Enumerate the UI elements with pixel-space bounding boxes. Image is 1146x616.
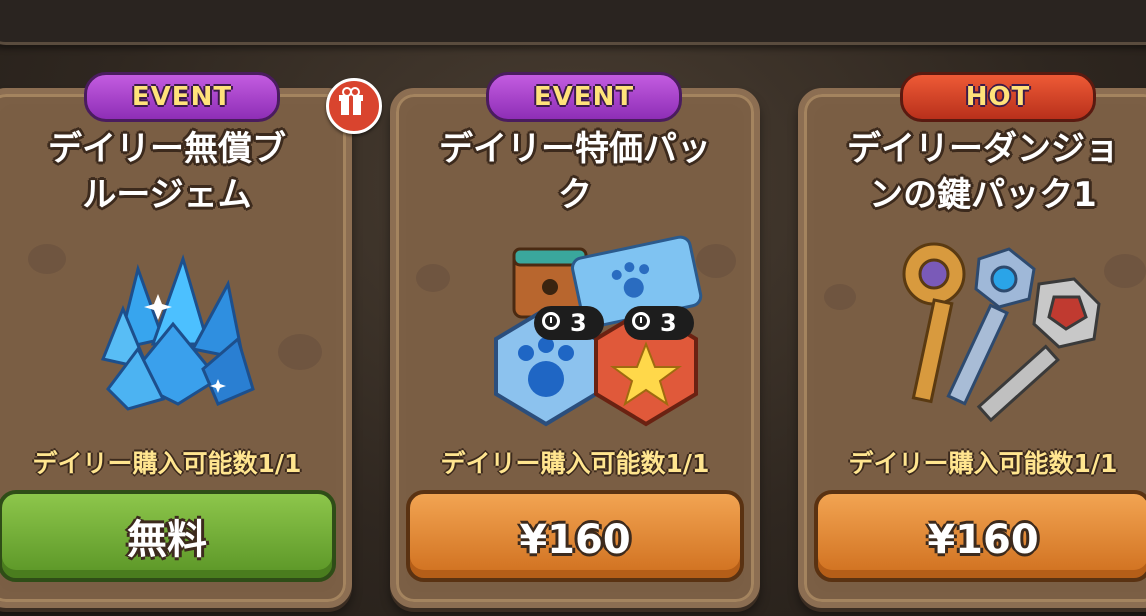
daily-purchase-limit: デイリー購入可能数1/1 xyxy=(440,449,710,478)
price-button[interactable]: ¥160 xyxy=(406,490,744,582)
duration-value: 3 xyxy=(660,309,677,337)
shop-card-dungeon-keys[interactable]: HOT デイリーダンジョ ンの鍵パック1 デイリー購入可能数1/1 ¥160 xyxy=(798,72,1146,608)
blue-gem-cluster-icon xyxy=(0,229,346,439)
card-title: デイリー無償ブ ルージェム xyxy=(48,129,286,215)
event-badge: EVENT xyxy=(84,72,280,122)
keys-icon xyxy=(804,229,1146,439)
card-title: デイリー特価パッ ク xyxy=(439,129,711,215)
shop-card-free-gems[interactable]: EVENT デイリー無償ブ ルージェム デイリー購入可能数1/1 無料 xyxy=(0,72,352,608)
stopwatch-icon xyxy=(542,312,560,330)
daily-purchase-limit: デイリー購入可能数1/1 xyxy=(32,449,302,478)
duration-tag: 3 xyxy=(624,306,694,340)
hot-badge: HOT xyxy=(900,72,1096,122)
gift-icon xyxy=(326,78,382,134)
event-badge: EVENT xyxy=(486,72,682,122)
duration-value: 3 xyxy=(570,309,587,337)
free-claim-button[interactable]: 無料 xyxy=(0,490,336,582)
price-button[interactable]: ¥160 xyxy=(814,490,1146,582)
top-bar xyxy=(0,0,1146,45)
stopwatch-icon xyxy=(632,312,650,330)
shop-card-special-pack[interactable]: EVENT デイリー特価パッ ク 3 3 デイリー購入可能数1/1 ¥160 xyxy=(390,72,760,608)
duration-tag: 3 xyxy=(534,306,604,340)
card-title: デイリーダンジョ ンの鍵パック1 xyxy=(847,129,1119,215)
daily-purchase-limit: デイリー購入可能数1/1 xyxy=(848,449,1118,478)
